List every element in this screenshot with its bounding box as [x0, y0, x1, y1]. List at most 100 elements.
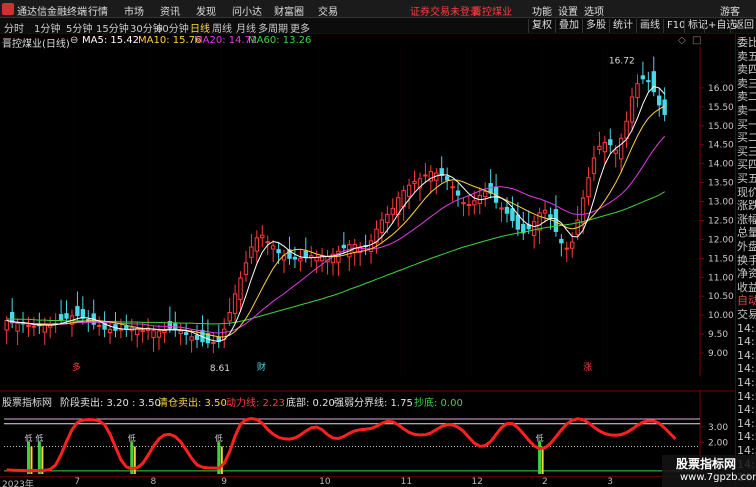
quote-panel-row[interactable]: 卖四 [737, 63, 756, 76]
candle-body [423, 174, 428, 177]
candle-body [227, 312, 232, 322]
low-tag: 低 [128, 433, 136, 443]
quote-panel-row[interactable]: 卖二 [737, 90, 756, 103]
price-tick-label: 13.50 [708, 179, 734, 189]
quote-panel-row[interactable]: 14:5 [737, 403, 756, 416]
candle-body [591, 157, 597, 175]
date-label: 2023年 [2, 480, 34, 487]
candle-body [613, 149, 618, 154]
quote-panel-row[interactable]: 14:5 [737, 362, 756, 375]
menu-settings[interactable]: 设置 [558, 3, 578, 18]
candle-body [249, 246, 254, 258]
multi-stock-button[interactable]: 多股 [582, 19, 609, 33]
quote-panel-row[interactable]: 买三 [737, 145, 756, 158]
candle-body [156, 330, 162, 338]
candle-body [31, 325, 37, 328]
candle-body [194, 334, 200, 340]
quote-panel-row[interactable]: 总量 [737, 226, 756, 239]
quote-panel-row[interactable]: 买二 [737, 131, 756, 144]
settings-icon[interactable]: ◇ [678, 35, 686, 46]
period-weekly[interactable]: 周线 [212, 20, 232, 35]
candle-body [238, 277, 243, 300]
watermark-title: 股票指标网 [676, 457, 737, 471]
event-marker-1[interactable]: 多 [72, 361, 81, 373]
menu-function[interactable]: 功能 [532, 3, 552, 18]
candle-body [548, 214, 553, 219]
candle-body [466, 204, 472, 207]
quote-panel-row[interactable]: 净资 [737, 267, 756, 280]
quote-panel-row[interactable]: 涨幅 [737, 213, 756, 226]
low-tag: 低 [35, 433, 43, 443]
period-60min[interactable]: 60分钟 [156, 20, 189, 35]
quote-panel-row[interactable]: 换手 [737, 254, 756, 267]
quote-panel-row[interactable]: 买四 [737, 158, 756, 171]
menu-news[interactable]: 资讯 [160, 3, 180, 18]
stats-button[interactable]: 统计 [609, 19, 636, 33]
ma20-line [6, 136, 666, 334]
price-tick-label: 12.50 [708, 216, 734, 226]
period-15min[interactable]: 15分钟 [96, 20, 129, 35]
collapse-icon[interactable]: ⊖ [70, 35, 78, 46]
period-1min[interactable]: 1分钟 [34, 20, 60, 35]
price-tick-label: 11.50 [708, 254, 734, 264]
period-monthly[interactable]: 月线 [236, 20, 256, 35]
price-chart[interactable]: 16.00 15.50 15.00 14.50 14.00 13.50 13.00 12.50… [0, 46, 735, 376]
ma5-line [6, 85, 666, 343]
menu-quotes[interactable]: 行情 [88, 3, 108, 18]
watermark: 股票指标网 www.7gpzb.com [662, 455, 756, 487]
candle-body [385, 213, 390, 224]
quote-panel-row[interactable]: 买一 [737, 118, 756, 131]
quote-panel-row[interactable]: 收益 [737, 281, 756, 294]
candle-body [483, 191, 488, 198]
menu-options[interactable]: 选项 [584, 3, 604, 18]
quote-panel-row[interactable]: 现价 [737, 186, 756, 199]
quote-panel-row[interactable]: 卖五 [737, 50, 756, 63]
menu-wealth[interactable]: 财富圈 [274, 3, 304, 18]
quote-panel-row[interactable]: 自动 [737, 294, 756, 307]
back-button[interactable]: 返回 [730, 19, 756, 33]
period-multi[interactable]: 多周期 [258, 20, 288, 35]
candle-body [270, 245, 276, 250]
menu-discover[interactable]: 发现 [196, 3, 216, 18]
candle-body [444, 176, 450, 181]
quote-panel-row[interactable]: 14:5 [737, 349, 756, 362]
low-price-label: 8.61 [210, 364, 230, 374]
quote-panel-row[interactable]: 14:5 [737, 430, 756, 443]
quote-panel-row[interactable]: 14:5 [737, 335, 756, 348]
date-label: 9 [221, 477, 227, 487]
quote-panel-row[interactable]: 14:5 [737, 417, 756, 430]
stock-tag: 晋控煤业 [472, 7, 512, 18]
login-warning[interactable]: 证券交易未登录 [410, 3, 480, 18]
quote-panel-row[interactable]: 14:5 [737, 322, 756, 335]
candle-body [629, 96, 635, 123]
menu-market[interactable]: 市场 [124, 3, 144, 18]
quote-panel-row[interactable]: 外盘 [737, 240, 756, 253]
event-marker-3[interactable]: 涨 [583, 362, 592, 373]
quote-panel-row[interactable]: 委比 [737, 36, 756, 49]
event-marker-2[interactable]: 财 [257, 361, 266, 373]
quote-panel-row[interactable]: 14:5 [737, 376, 756, 389]
period-tick[interactable]: 分时 [4, 20, 24, 35]
period-daily[interactable]: 日线 [190, 20, 210, 35]
fullscreen-icon[interactable]: □ [692, 35, 701, 46]
restore-rights-button[interactable]: 复权 [528, 19, 555, 33]
price-tick-label: 14.00 [708, 160, 734, 170]
quote-panel-row[interactable]: 卖三 [737, 77, 756, 90]
quote-panel-row[interactable]: 卖一 [737, 104, 756, 117]
quote-panel-row[interactable]: 交易 [737, 308, 756, 321]
indicator-chart[interactable]: 3.002.00 低低低低低 [0, 390, 735, 476]
candle-body [646, 80, 651, 83]
menu-ask[interactable]: 问小达 [232, 3, 262, 18]
quote-panel-row[interactable]: 14:5 [737, 390, 756, 403]
draw-line-button[interactable]: 画线 [636, 19, 663, 33]
overlay-button[interactable]: 叠加 [555, 19, 582, 33]
menu-trade[interactable]: 交易 [318, 3, 338, 18]
candle-body [586, 177, 591, 198]
candle-body [4, 319, 9, 331]
period-more[interactable]: 更多 [290, 20, 310, 35]
candle-body [618, 137, 624, 160]
quote-panel-row[interactable]: 涨跌 [737, 199, 756, 212]
quote-panel-row[interactable]: 买五 [737, 172, 756, 185]
guest-user[interactable]: 游客 [720, 3, 740, 18]
period-5min[interactable]: 5分钟 [66, 20, 92, 35]
